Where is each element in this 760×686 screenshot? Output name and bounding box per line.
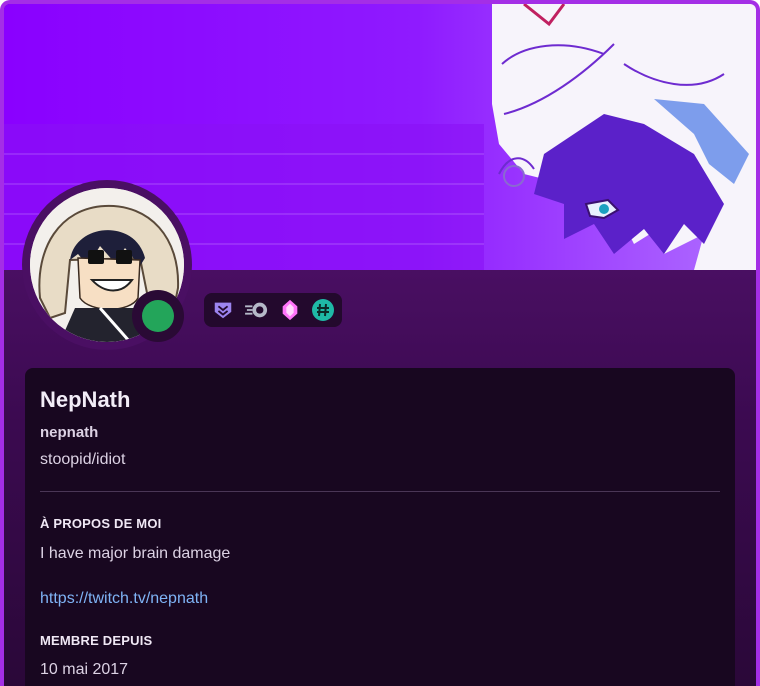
profile-card: NepNath nepnath stoopid/idiot À PROPOS D… [0,0,760,686]
about-me-heading: À PROPOS DE MOI [40,516,162,531]
pronouns: stoopid/idiot [40,451,126,468]
nitro-icon[interactable] [243,296,271,324]
profile-info-panel: NepNath nepnath stoopid/idiot À PROPOS D… [25,368,735,686]
badge-list [204,293,342,327]
divider [40,491,720,492]
member-since-heading: MEMBRE DEPUIS [40,633,153,648]
about-me-text: I have major brain damage [40,545,231,562]
username: nepnath [40,424,99,441]
hypesquad-bravery-icon[interactable] [210,296,237,324]
twitch-link[interactable]: https://twitch.tv/nepnath [40,590,208,608]
boost-gem-icon[interactable] [277,296,304,324]
display-name: NepNath [40,387,131,412]
member-since-date: 10 mai 2017 [40,661,129,678]
online-status-indicator [142,300,174,332]
hashtag-icon[interactable] [309,296,336,324]
